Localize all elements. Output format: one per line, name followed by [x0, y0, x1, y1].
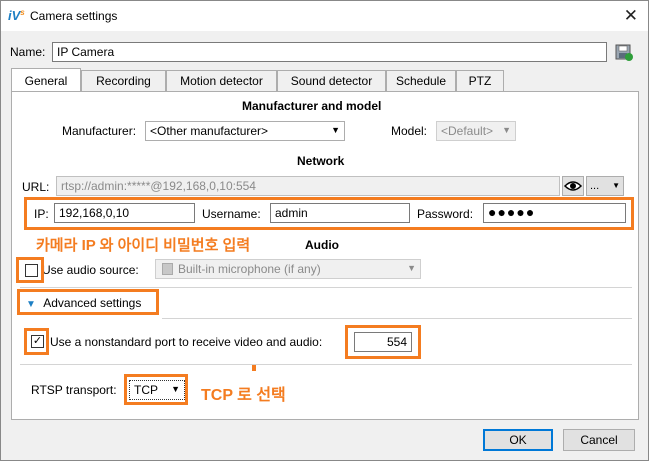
rtsp-highlight: [124, 374, 188, 405]
cancel-button[interactable]: Cancel: [563, 429, 635, 451]
save-name-icon[interactable]: [614, 42, 634, 62]
audio-checkbox-highlight: [16, 257, 44, 283]
credentials-highlight: [24, 197, 634, 230]
camera-settings-dialog: iVs Camera settings ✕ Name: IP Camera Ge…: [0, 0, 649, 461]
url-options-button[interactable]: ... ▼: [586, 176, 624, 196]
chevron-down-icon: ▼: [612, 181, 620, 190]
window-title: Camera settings: [30, 9, 118, 23]
use-audio-label: Use audio source:: [42, 263, 139, 277]
name-label: Name:: [10, 45, 46, 59]
manufacturer-section-title: Manufacturer and model: [242, 99, 382, 113]
tab-ptz[interactable]: PTZ: [456, 70, 504, 91]
chevron-down-icon: ▼: [407, 263, 416, 273]
chevron-down-icon: ▼: [502, 125, 511, 135]
audio-source-select: Built-in microphone (if any) ▼: [155, 259, 421, 279]
tab-sound-detector[interactable]: Sound detector: [277, 70, 386, 91]
microphone-icon: [162, 263, 173, 275]
tab-schedule[interactable]: Schedule: [386, 70, 456, 91]
title-bar: iVs Camera settings ✕: [1, 1, 648, 31]
url-field: rtsp://admin:*****@192,168,0,10:554: [56, 176, 560, 196]
port-checkbox-highlight: [24, 328, 49, 355]
port-highlight: [345, 325, 421, 359]
general-tab-panel: Manufacturer and model Manufacturer: <Ot…: [11, 91, 639, 420]
tab-general[interactable]: General: [11, 68, 81, 91]
manufacturer-select[interactable]: <Other manufacturer> ▼: [145, 121, 345, 141]
model-label: Model:: [391, 124, 428, 138]
manufacturer-label: Manufacturer:: [62, 124, 137, 138]
annotation-dot: [252, 365, 256, 371]
chevron-down-icon: ▼: [331, 125, 340, 135]
ok-button[interactable]: OK: [483, 429, 553, 451]
url-label: URL:: [22, 180, 50, 194]
network-section-title: Network: [297, 154, 345, 168]
nonstandard-port-label: Use a nonstandard port to receive video …: [50, 335, 323, 349]
show-password-button[interactable]: [562, 176, 584, 196]
rtsp-transport-label: RTSP transport:: [31, 383, 117, 397]
name-input[interactable]: IP Camera: [52, 42, 607, 62]
audio-section-title: Audio: [305, 238, 339, 252]
tcp-annotation: TCP 로 선택: [201, 381, 286, 405]
tab-motion-detector[interactable]: Motion detector: [166, 70, 277, 91]
app-logo-icon: iVs: [8, 8, 25, 23]
advanced-highlight: [17, 289, 159, 315]
ip-annotation: 카메라 IP 와 아이디 비밀번호 입력: [36, 234, 251, 255]
close-icon[interactable]: ✕: [624, 6, 638, 26]
tab-recording[interactable]: Recording: [81, 70, 166, 91]
eye-icon: [563, 181, 583, 191]
model-select[interactable]: <Default> ▼: [436, 121, 516, 141]
